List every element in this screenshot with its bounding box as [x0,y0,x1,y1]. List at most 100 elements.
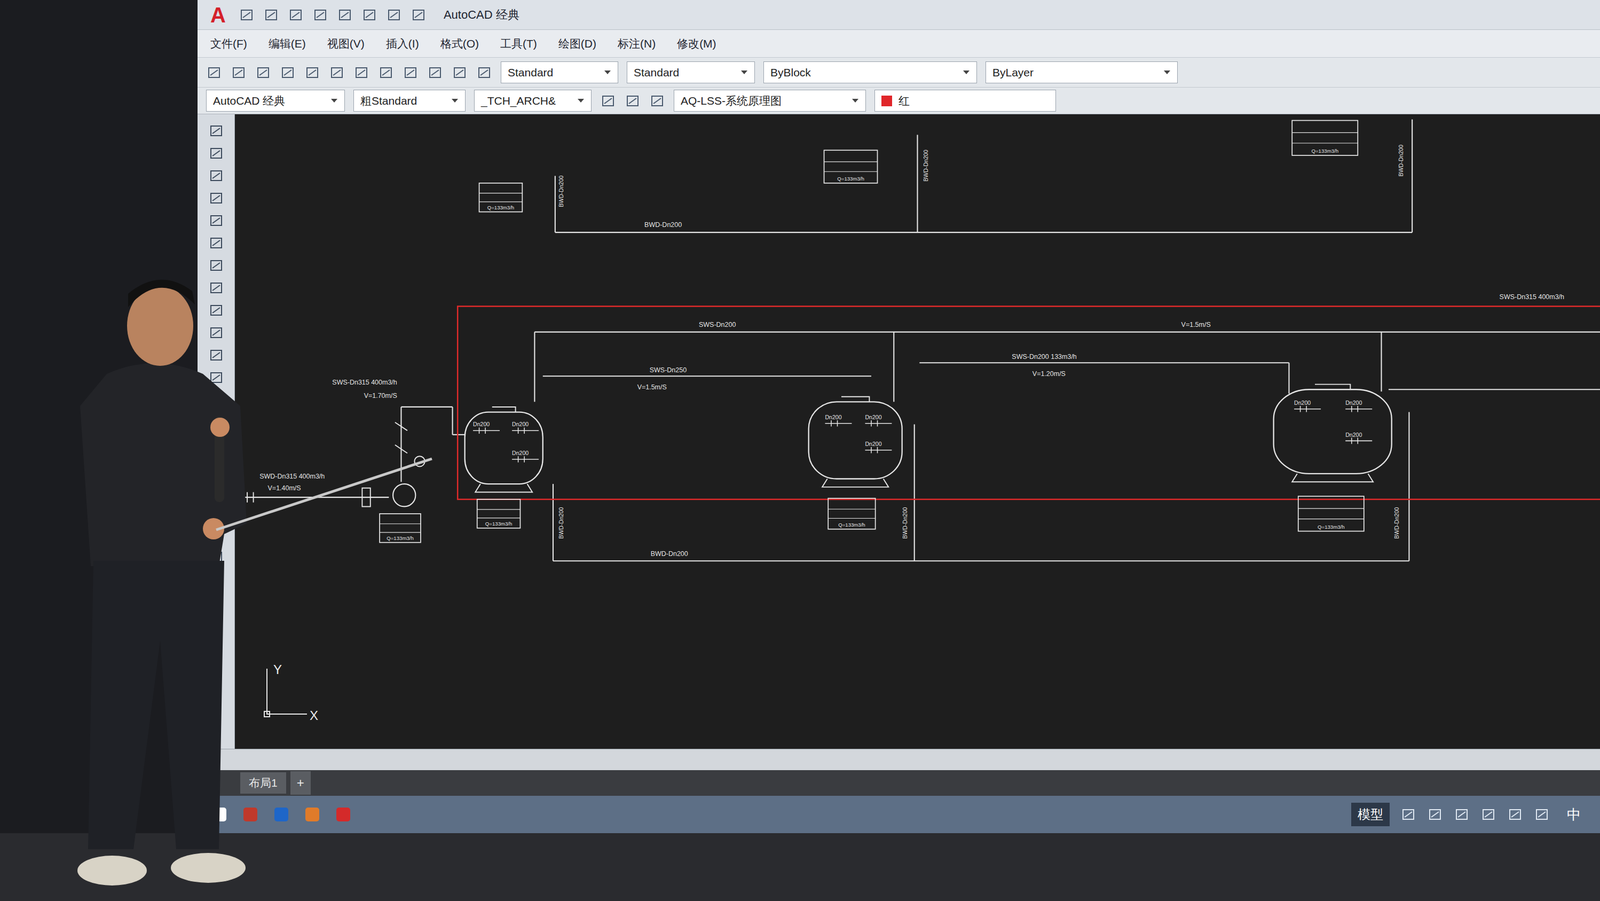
menu-item[interactable]: 插入(I) [385,35,420,53]
dropdown-arrow-icon [330,98,338,104]
text-style-field[interactable]: Standard [500,61,619,84]
drawing-canvas[interactable]: Dn200Dn200Dn200Dn200Dn200Dn200Dn200Dn200… [234,114,1600,749]
valve-icon [1345,405,1373,413]
tool-icon [208,212,225,229]
tank-stand [1291,473,1374,482]
filter-tank [808,401,903,479]
quick-access-icon [238,6,255,23]
valve-label: Dn200 [824,413,842,421]
pipe-label: BWD-Dn200 [1393,506,1400,539]
equipment-tag [479,183,523,212]
pipe-label: BWD-Dn200 [557,175,565,207]
tool-icon [208,234,225,251]
tank-stand [822,478,889,487]
layer-icon [600,92,617,109]
tool-icon [208,167,225,184]
pipe-line [1288,362,1290,394]
menu-item[interactable]: 标注(N) [617,35,656,53]
tag-text: Q=133m3/h [386,534,414,541]
pipe-line [452,434,465,436]
pipe-line [400,406,453,408]
tool-icon [208,279,225,296]
color-field[interactable]: 红 [874,89,1056,113]
pipe-line [533,332,535,403]
pipe-label: SWS-Dn200 133m3/h [1011,352,1077,361]
equipment-tag [824,150,878,184]
pump-icon [392,483,416,507]
valve-icon [824,420,852,427]
tool-icon [208,145,225,162]
valve-icon [511,455,539,463]
equipment-tag [477,499,521,528]
pipe-line [919,361,1289,364]
workspace-field[interactable]: AutoCAD 经典 [206,89,345,113]
menu-item[interactable]: 格式(O) [440,35,479,53]
color-swatch [881,95,893,107]
tool-icon [208,122,225,139]
status-icon [1533,806,1550,823]
layer-state-field[interactable]: _TCH_ARCH& [474,89,592,113]
pipe-line [553,560,1409,562]
toolbar-icon [451,64,468,81]
layout-tabs: 布局1+ [197,769,1600,796]
new-tab-button[interactable]: + [290,770,311,795]
toolbar-icon [427,64,444,81]
quick-access-icon [361,6,378,23]
pipe-line [1408,412,1410,562]
dropdown-arrow-icon [740,69,748,76]
toolbar-icon [377,64,394,81]
tool-icon [208,324,225,341]
filter-tank [1273,389,1392,474]
tag-text: Q=133m3/h [487,204,515,211]
status-icon [1400,806,1417,823]
valve-icon [473,427,500,434]
pointer-stick [216,458,432,530]
tag-text: Q=133m3/h [485,520,512,527]
valve-label: Dn200 [1345,431,1362,438]
style-field[interactable]: 粗Standard [353,89,466,113]
menu-item[interactable]: 绘图(D) [558,35,597,53]
menu-item[interactable]: 文件(F) [210,35,248,53]
dim-style-field[interactable]: Standard [626,61,755,84]
valve-icon [361,487,370,507]
menu-bar: 文件(F) 编辑(E) 视图(V) 插入(I) 格式(O) 工具(T) 绘图(D) 标注(N)… [197,29,1600,58]
layout-tab[interactable]: 布局1 [240,771,287,794]
menu-item[interactable]: 工具(T) [500,35,538,53]
valve-icon [1294,405,1321,413]
tag-text: Q=133m3/h [1311,147,1339,154]
layer-field[interactable]: AQ-LSS-系统原理图 [673,89,866,113]
quick-access-icon [312,6,329,23]
pipe-label: SWS-Dn250 [649,366,687,374]
toolbar-icon [476,64,493,81]
pipe-label: SWS-Dn200 [698,320,736,329]
check-valve-icon [395,422,408,454]
valve-label: Dn200 [511,449,529,456]
red-boundary [457,306,1600,500]
pipe-line [1380,332,1382,392]
dropdown-arrow-icon [962,69,971,76]
pipe-line [913,424,916,562]
tool-icon [208,481,225,498]
system-diagram: Dn200Dn200Dn200Dn200Dn200Dn200Dn200Dn200… [234,114,1600,749]
pipe-line [916,134,918,233]
pipe-line [893,332,895,403]
menu-item[interactable]: 编辑(E) [268,35,306,53]
autocad-logo[interactable]: A [206,4,231,26]
ime-indicator[interactable]: 中 [1560,801,1588,827]
quick-access-icon [263,6,280,23]
equipment-tag [379,513,421,543]
tool-icon [208,190,225,207]
taskbar-apps [210,805,353,824]
lineweight-field[interactable]: ByLayer [985,61,1178,84]
presenter-legs [88,560,225,849]
layer-icon [649,92,666,109]
linetype-field[interactable]: ByBlock [763,61,977,84]
model-space-button[interactable]: 模型 [1351,802,1390,826]
presenter-hair [128,279,195,307]
status-icon [1480,806,1497,823]
draw-toolbar [197,114,235,749]
menu-item[interactable]: 视图(V) [327,35,365,53]
menu-item[interactable]: 修改(M) [676,35,716,53]
command-line[interactable] [197,748,1600,770]
equipment-tag [828,498,876,530]
